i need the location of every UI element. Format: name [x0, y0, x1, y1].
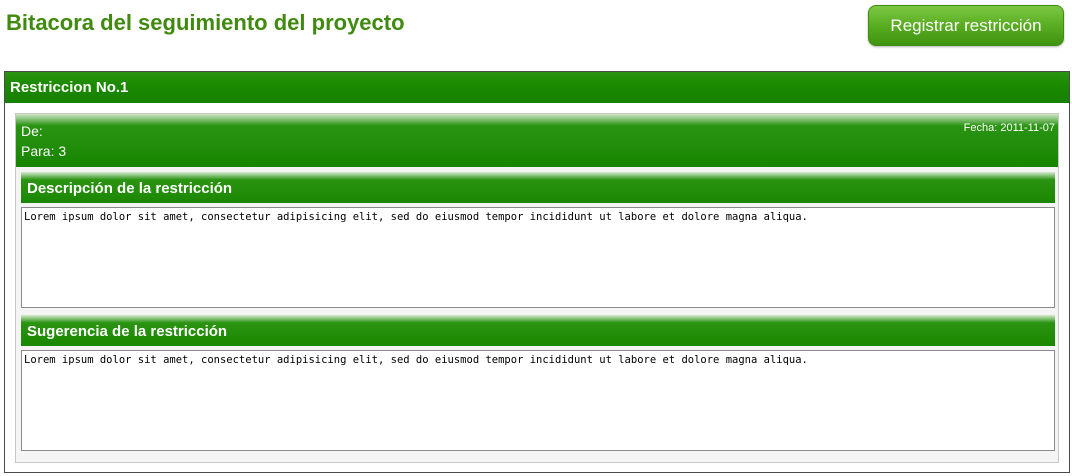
description-textarea[interactable]: Lorem ipsum dolor sit amet, consectetur …: [21, 207, 1055, 308]
register-restriction-button[interactable]: Registrar restricción: [868, 5, 1064, 46]
from-label: De:: [21, 123, 43, 139]
suggestion-textarea[interactable]: Lorem ipsum dolor sit amet, consectetur …: [21, 350, 1055, 451]
date-label: Fecha: 2011-11-07: [963, 122, 1055, 134]
suggestion-heading: Sugerencia de la restricción: [21, 315, 1055, 346]
to-label: Para: 3: [21, 143, 67, 159]
restriction-meta-bar: De: Para: 3 Fecha: 2011-11-07: [16, 114, 1058, 167]
description-heading: Descripción de la restricción: [21, 172, 1055, 203]
restriction-title: Restriccion No.1: [5, 72, 1069, 103]
restriction-panel: Restriccion No.1 De: Para: 3 Fecha: 2011…: [4, 71, 1070, 473]
page-title: Bitacora del seguimiento del proyecto: [6, 10, 405, 35]
restriction-body: De: Para: 3 Fecha: 2011-11-07 Descripció…: [15, 113, 1059, 463]
